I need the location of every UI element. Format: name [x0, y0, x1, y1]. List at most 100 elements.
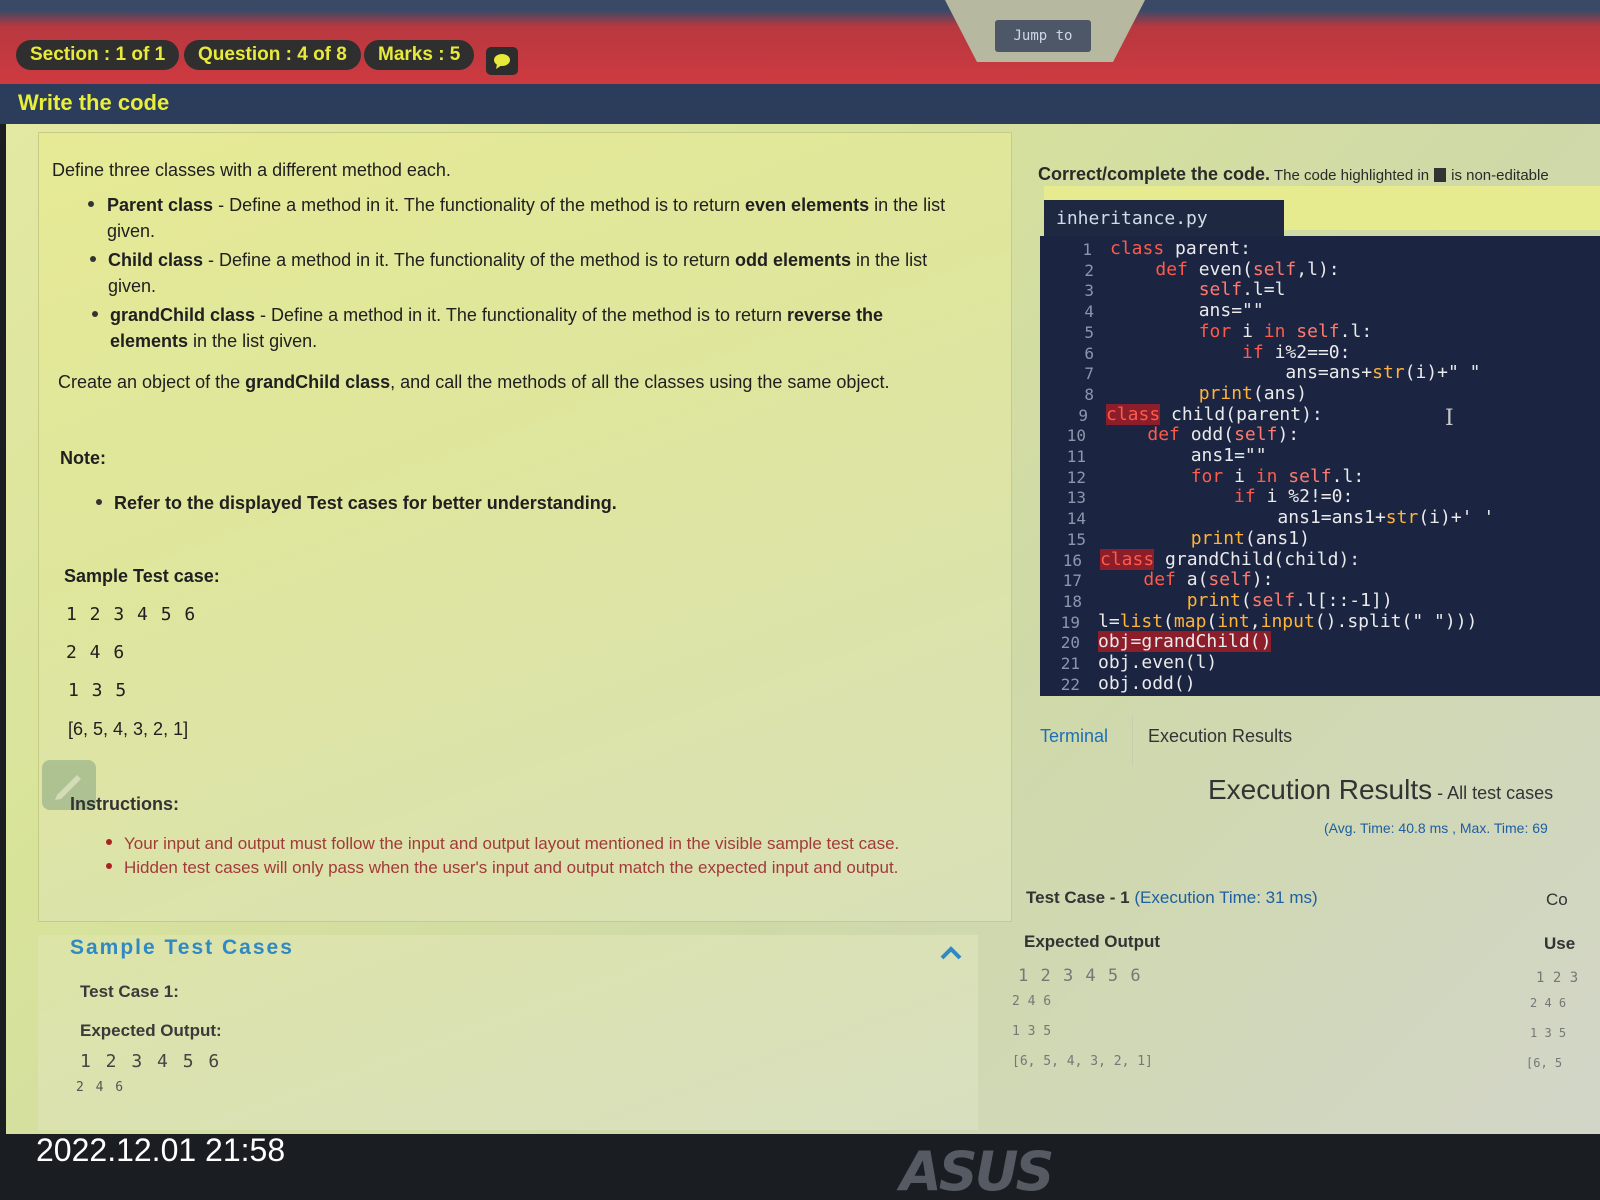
line-number: 21: [1060, 654, 1080, 673]
tab-divider: [1132, 716, 1133, 766]
collapse-button[interactable]: [940, 946, 962, 965]
result-expected-label: Expected Output: [1024, 932, 1161, 951]
line-number: 22: [1060, 674, 1080, 694]
line-number: 10: [1066, 426, 1086, 446]
line-number: 2: [1084, 260, 1094, 280]
code-line[interactable]: obj.odd(): [1098, 673, 1196, 694]
photo-timestamp: 2022.12.01 21:58: [36, 1132, 286, 1168]
code-line[interactable]: for i in self.l:: [1112, 321, 1372, 342]
line-number: 17: [1062, 571, 1082, 591]
result-col-cut: Co: [1546, 890, 1568, 909]
code-line[interactable]: for i in self.l:: [1104, 466, 1364, 487]
code-line[interactable]: if i%2==0:: [1112, 342, 1350, 363]
instruction-2: Hidden test cases will only pass when th…: [124, 858, 899, 877]
note-item: Refer to the displayed Test cases for be…: [114, 493, 617, 513]
execution-results-panel: Execution Results - All test cases (Avg.…: [1012, 770, 1600, 1130]
result-user-label: Use: [1544, 934, 1576, 953]
result-expected-line-4: [6, 5, 4, 3, 2, 1]: [1012, 1054, 1153, 1069]
line-number: 14: [1066, 509, 1086, 529]
result-user-line-3: 1 3 5: [1530, 1026, 1567, 1040]
code-line[interactable]: ans=ans+str(i)+" ": [1112, 362, 1480, 383]
code-line[interactable]: ans1="": [1104, 445, 1267, 466]
result-user-line-1: 1 2 3: [1536, 970, 1579, 986]
chevron-up-icon: [940, 946, 962, 960]
parent-class-desc-cont: given.: [107, 221, 156, 241]
title-bar: Write the code: [0, 84, 1600, 124]
code-line[interactable]: def a(self):: [1100, 569, 1273, 590]
line-number: 16: [1062, 550, 1082, 570]
line-number: 9: [1078, 405, 1088, 425]
parent-class-desc: Parent class - Define a method in it. Th…: [107, 195, 946, 215]
output-tabs: Terminal Execution Results: [1040, 716, 1600, 766]
result-user-line-4: [6, 5: [1526, 1056, 1563, 1070]
code-line[interactable]: def odd(self):: [1104, 424, 1299, 445]
bullet: [88, 201, 94, 207]
file-tab[interactable]: inheritance.py: [1044, 200, 1284, 240]
code-line[interactable]: if i %2!=0:: [1104, 486, 1353, 507]
sample-line-2: 2 4 6: [66, 642, 126, 663]
section-badge[interactable]: Section : 1 of 1: [16, 40, 180, 70]
line-number: 5: [1084, 322, 1094, 342]
marks-badge: Marks : 5: [364, 40, 475, 70]
code-line[interactable]: print(self.l[::-1]): [1100, 590, 1393, 611]
code-line[interactable]: ans1=ans1+str(i)+' ': [1104, 507, 1494, 528]
bullet: [90, 256, 96, 262]
create-object-text: Create an object of the grandChild class…: [58, 372, 890, 392]
code-line[interactable]: obj=grandChild(): [1098, 631, 1272, 653]
line-number: 12: [1066, 467, 1086, 487]
result-user-line-2: 2 4 6: [1530, 996, 1567, 1010]
results-timing: (Avg. Time: 40.8 ms , Max. Time: 69: [1324, 820, 1548, 836]
page-title: Write the code: [18, 90, 170, 115]
result-expected-line-3: 1 3 5: [1012, 1024, 1052, 1039]
code-line[interactable]: print(ans1): [1104, 528, 1310, 549]
grandchild-class-desc: grandChild class - Define a method in it…: [110, 305, 884, 325]
bullet: [106, 839, 112, 845]
tab-terminal[interactable]: Terminal: [1040, 726, 1108, 747]
result-expected-line-1: 1 2 3 4 5 6: [1018, 966, 1142, 986]
line-number: 13: [1066, 488, 1086, 508]
child-class-desc-cont: given.: [108, 276, 157, 296]
line-number: 19: [1060, 612, 1080, 632]
sample-label: Sample Test case:: [64, 566, 220, 586]
code-line[interactable]: class parent:: [1110, 238, 1251, 259]
line-number: 3: [1084, 281, 1094, 301]
line-number: 8: [1084, 384, 1094, 404]
chat-button[interactable]: [486, 47, 518, 75]
instructions-label: Instructions:: [70, 794, 180, 814]
line-number: 7: [1084, 364, 1094, 384]
line-number: 18: [1062, 591, 1082, 611]
sample-tests-title: Sample Test Cases: [70, 936, 294, 959]
bullet: [106, 863, 112, 869]
chat-bubble-icon: [494, 54, 510, 69]
line-number: 20: [1060, 633, 1080, 653]
results-title: Execution Results - All test cases: [1208, 774, 1554, 805]
code-line[interactable]: class grandChild(child):: [1100, 548, 1360, 570]
code-line[interactable]: def even(self,l):: [1112, 259, 1339, 280]
line-number: 11: [1066, 447, 1086, 466]
noneditable-swatch: [1434, 168, 1447, 183]
test-case-label: Test Case 1:: [80, 982, 179, 1001]
jump-to-button[interactable]: Jump to: [995, 20, 1091, 52]
expected-output-label: Expected Output:: [80, 1021, 222, 1040]
code-line[interactable]: self.l=l: [1112, 279, 1286, 300]
child-class-desc: Child class - Define a method in it. The…: [108, 250, 928, 270]
code-line[interactable]: ans="": [1112, 300, 1264, 321]
line-number: 1: [1082, 240, 1092, 259]
code-line[interactable]: print(ans): [1112, 383, 1307, 404]
tab-execution-results[interactable]: Execution Results: [1148, 726, 1292, 747]
text-cursor-icon: I: [1445, 406, 1454, 431]
code-line[interactable]: obj.even(l): [1098, 652, 1217, 673]
editor-instruction: Correct/complete the code. The code high…: [1038, 164, 1549, 184]
sample-line-4: [6, 5, 4, 3, 2, 1]: [68, 719, 189, 739]
expected-line-1: 1 2 3 4 5 6: [80, 1051, 222, 1072]
line-number: 6: [1084, 343, 1094, 363]
instruction-1: Your input and output must follow the in…: [124, 834, 900, 853]
line-number: 4: [1084, 302, 1094, 322]
code-line[interactable]: l=list(map(int,input().split(" "))): [1098, 611, 1477, 632]
bullet: [96, 499, 102, 505]
code-editor[interactable]: 1 class parent: 2 def even(self,l): 3 self.…: [1040, 236, 1600, 696]
code-line[interactable]: class child(parent):: [1106, 403, 1323, 425]
question-badge[interactable]: Question : 4 of 8: [184, 40, 361, 70]
note-label: Note:: [60, 448, 106, 468]
question-intro: Define three classes with a different me…: [52, 160, 451, 180]
